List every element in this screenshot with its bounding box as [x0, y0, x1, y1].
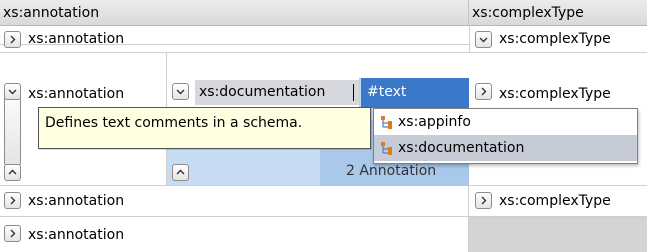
row-label: xs:annotation	[28, 227, 125, 243]
expand-toggle-button[interactable]	[4, 225, 21, 242]
element-name-editor[interactable]: xs:documentation	[195, 80, 359, 105]
grid-editor: xs:annotation xs:complexType xs:annotati…	[0, 0, 647, 252]
editor-text: xs:documentation	[199, 84, 326, 100]
column-header-label: xs:annotation	[3, 5, 100, 21]
text-node-cell[interactable]: #text	[361, 78, 469, 108]
expand-toggle-button[interactable]	[4, 31, 21, 48]
nested-collapse-toggle[interactable]	[172, 164, 189, 181]
chevron-down-icon	[8, 89, 17, 95]
cell-label: xs:complexType	[499, 86, 611, 102]
chevron-right-icon	[481, 196, 487, 205]
collapse-toggle-button[interactable]	[475, 31, 492, 48]
chevron-down-icon	[479, 37, 488, 43]
cell-label: xs:complexType	[499, 193, 611, 209]
chevron-down-icon	[176, 89, 185, 95]
text-node-label: #text	[367, 84, 407, 100]
popup-item-label: xs:appinfo	[398, 114, 471, 130]
tree-element-icon	[381, 142, 392, 155]
content-completion-popup[interactable]: xs:appinfo xs:documentation	[373, 108, 638, 164]
cell-label: xs:complexType	[499, 31, 611, 47]
collapse-toggle-button[interactable]	[4, 83, 21, 100]
nested-collapse-toggle[interactable]	[172, 83, 189, 100]
tree-element-icon	[381, 116, 392, 129]
nested-row-number-label: 2 Annotation	[346, 163, 437, 179]
column-header-label: xs:complexType	[472, 5, 584, 21]
popup-item-appinfo[interactable]: xs:appinfo	[374, 109, 637, 135]
expand-toggle-button[interactable]	[475, 192, 492, 209]
tooltip-text: Defines text comments in a schema.	[45, 115, 303, 131]
chevron-right-icon	[10, 196, 16, 205]
expand-toggle-button[interactable]	[475, 83, 492, 100]
chevron-up-icon	[8, 169, 17, 175]
empty-cell	[469, 217, 647, 252]
chevron-right-icon	[481, 87, 487, 96]
text-caret	[353, 84, 354, 101]
row-label: xs:annotation	[28, 86, 125, 102]
row-label: xs:annotation	[28, 31, 125, 47]
chevron-up-icon	[176, 169, 185, 175]
row-label: xs:annotation	[28, 193, 125, 209]
chevron-right-icon	[10, 229, 16, 238]
column-header-complextype[interactable]: xs:complexType	[469, 0, 647, 26]
chevron-right-icon	[10, 35, 16, 44]
popup-item-label: xs:documentation	[398, 140, 525, 156]
column-header-annotation[interactable]: xs:annotation	[0, 0, 469, 26]
popup-item-documentation[interactable]: xs:documentation	[374, 135, 637, 161]
expand-toggle-button[interactable]	[4, 192, 21, 209]
collapse-toggle-bottom[interactable]	[4, 164, 21, 181]
tooltip: Defines text comments in a schema.	[38, 107, 371, 149]
